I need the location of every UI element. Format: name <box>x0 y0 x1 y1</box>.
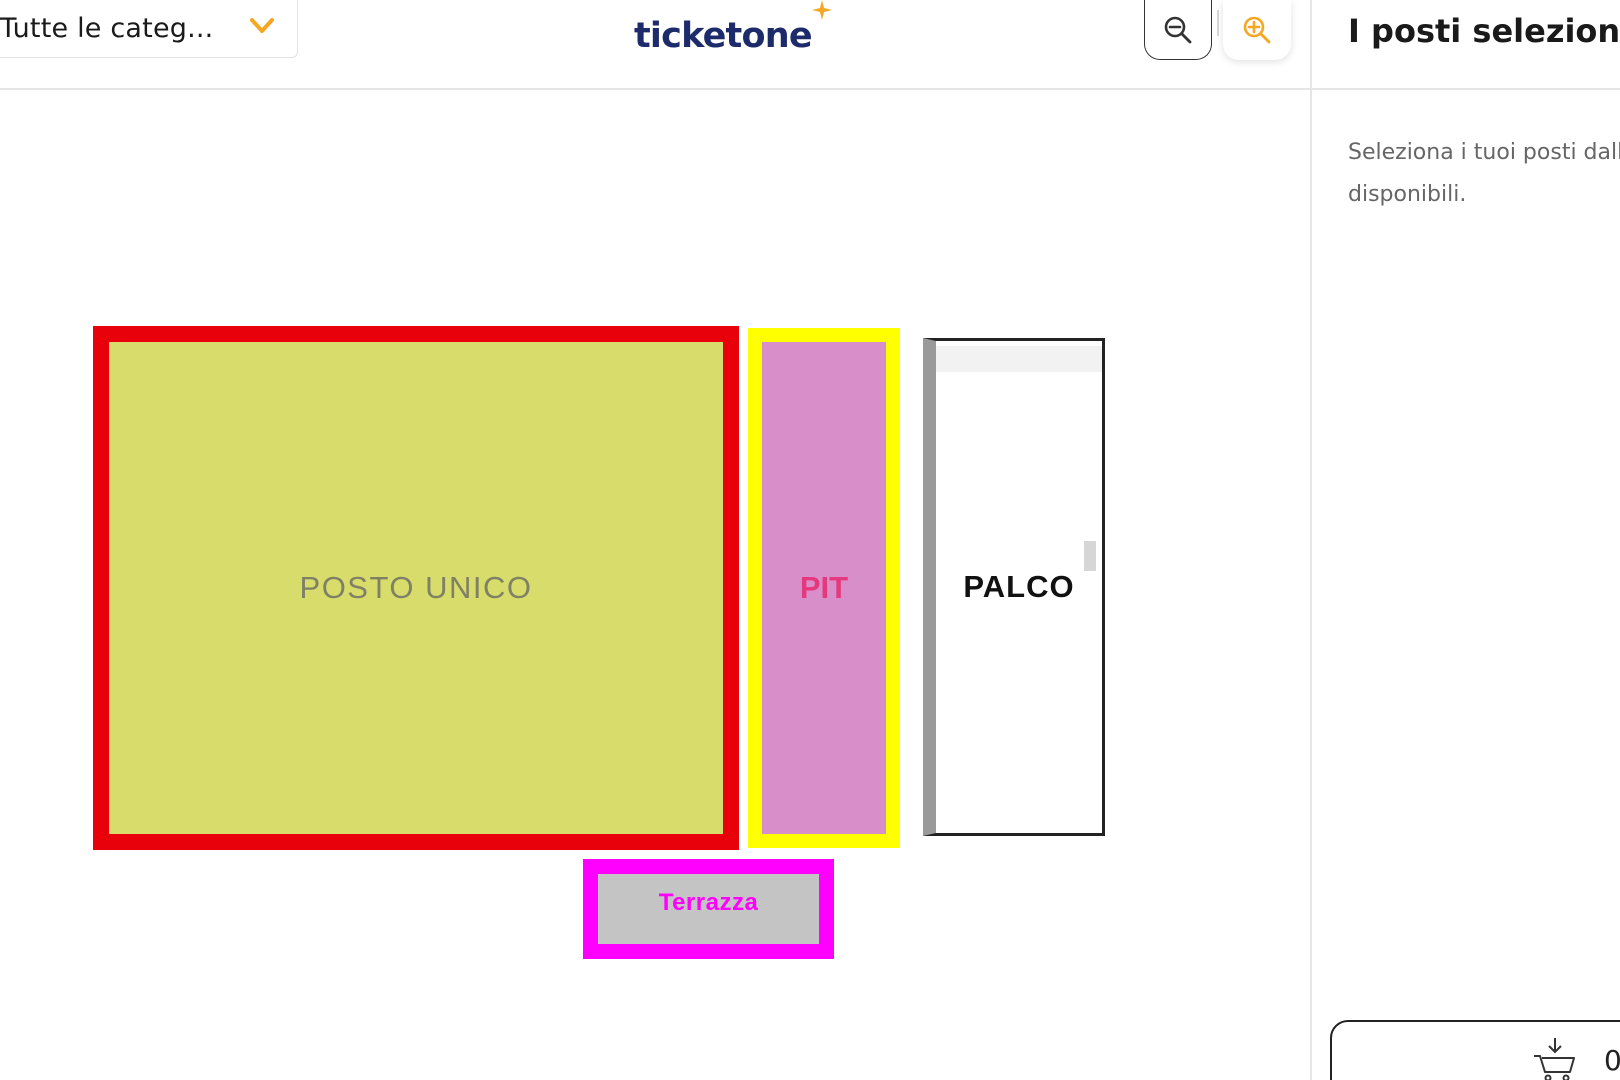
sidebar-hint: Seleziona i tuoi posti dalle categorie d… <box>1348 140 1620 207</box>
selected-seats-panel: I posti selezionati Seleziona i tuoi pos… <box>1310 0 1620 1080</box>
sector-label: POSTO UNICO <box>299 570 533 605</box>
palco-top-band <box>936 346 1102 372</box>
sector-posto-unico[interactable]: POSTO UNICO <box>93 326 739 850</box>
zoom-out-button[interactable] <box>1144 0 1212 60</box>
palco-marker <box>1084 541 1096 571</box>
ticketone-logo[interactable]: ticketone <box>634 0 832 56</box>
sector-label: PIT <box>799 570 849 605</box>
sector-label: Terrazza <box>658 889 759 916</box>
sector-palco[interactable]: PALCO <box>923 338 1105 836</box>
sidebar-title: I posti selezionati <box>1348 12 1620 50</box>
category-dropdown-label: Tutte le categ... <box>0 13 214 44</box>
seat-map-app: Tutte le categ... ticketone POSTO UNICO … <box>0 0 1620 1080</box>
category-dropdown[interactable]: Tutte le categ... <box>0 0 298 58</box>
sidebar-header: I posti selezionati <box>1312 0 1620 90</box>
top-bar: Tutte le categ... ticketone <box>0 0 1310 90</box>
zoom-in-icon <box>1243 16 1271 44</box>
chevron-down-icon <box>250 18 274 33</box>
sector-terrazza[interactable]: Terrazza <box>583 859 834 959</box>
zoom-out-icon <box>1164 16 1192 43</box>
seat-map: POSTO UNICO PIT PALCO Terrazza <box>0 92 1310 1080</box>
cart-button[interactable]: 0 <box>1330 1020 1620 1080</box>
cart-icon <box>1534 1038 1575 1080</box>
logo-text: ticketone <box>634 16 813 56</box>
sector-pit[interactable]: PIT <box>748 328 900 848</box>
sector-label: PALCO <box>963 569 1075 604</box>
zoom-in-button[interactable] <box>1223 0 1291 60</box>
cart-count: 0 <box>1604 1044 1620 1077</box>
sparkle-icon <box>811 0 832 20</box>
zoom-divider <box>1217 10 1219 36</box>
